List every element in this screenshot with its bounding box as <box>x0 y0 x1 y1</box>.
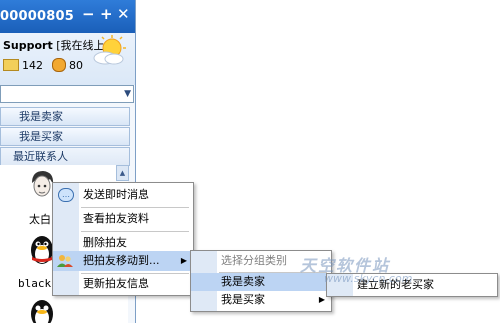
group-buyer[interactable]: 我是买家 <box>0 127 130 146</box>
submenu-item-seller[interactable]: 我是卖家 <box>191 273 331 291</box>
mail-icon[interactable] <box>3 59 19 71</box>
menu-item-label: 我是卖家 <box>221 275 265 288</box>
menu-item-delete-friend[interactable]: 删除拍友 <box>53 233 193 253</box>
minimize-icon[interactable]: − <box>82 5 95 23</box>
menu-separator <box>81 231 189 232</box>
group-label: 最近联系人 <box>13 150 68 163</box>
move-to-submenu: 选择分组类别 我是卖家 我是买家 ▶ <box>190 250 332 312</box>
menu-item-label: 建立新的老买家 <box>357 278 434 291</box>
menu-item-send-message[interactable]: … 发送即时消息 <box>53 185 193 205</box>
menu-separator <box>81 207 189 208</box>
friend-context-menu: … 发送即时消息 查看拍友资料 删除拍友 把拍友移动到... ▶ 更新拍友信息 <box>52 182 194 296</box>
sun-cloud-icon <box>93 35 126 65</box>
menu-item-move-friend[interactable]: 把拍友移动到... ▶ <box>53 251 193 271</box>
avatar[interactable] <box>26 297 58 323</box>
scroll-up-icon[interactable]: ▲ <box>116 165 129 181</box>
menu-item-label: 选择分组类别 <box>221 254 287 267</box>
friend-name[interactable]: 太白 <box>29 211 51 227</box>
submenu-header: 选择分组类别 <box>191 251 331 271</box>
submenu-arrow-icon: ▶ <box>180 256 187 265</box>
group-label: 我是买家 <box>19 130 63 143</box>
window-title: 00000805 <box>0 9 74 24</box>
menu-item-label: 查看拍友资料 <box>83 212 149 225</box>
group-label: 我是卖家 <box>19 110 63 123</box>
coin-icon[interactable] <box>52 58 66 72</box>
group-seller[interactable]: 我是卖家 <box>0 107 130 126</box>
menu-item-label: 我是买家 <box>221 293 265 306</box>
menu-item-view-profile[interactable]: 查看拍友资料 <box>53 209 193 229</box>
stats-row: 142 80 <box>3 58 83 72</box>
chevron-down-icon[interactable]: ▼ <box>124 86 131 102</box>
submenu-item-new-old-buyer[interactable]: 建立新的老买家 <box>327 275 497 295</box>
user-name: Support <box>3 39 53 52</box>
title-bar[interactable]: 00000805 − + ✕ <box>0 0 135 33</box>
close-icon[interactable]: ✕ <box>117 5 130 23</box>
menu-item-label: 更新拍友信息 <box>83 277 149 290</box>
menu-item-label: 发送即时消息 <box>83 188 149 201</box>
group-recent-contacts[interactable]: 最近联系人 <box>0 147 130 166</box>
persons-icon <box>57 255 73 267</box>
mail-count: 142 <box>22 58 43 72</box>
submenu-arrow-icon: ▶ <box>318 295 325 304</box>
profile-panel: Support [我在线上] 142 80 <box>0 33 135 85</box>
menu-item-label: 把拍友移动到... <box>83 254 160 267</box>
menu-item-label: 删除拍友 <box>83 236 127 249</box>
coin-count: 80 <box>69 58 83 72</box>
group-submenu: 建立新的老买家 <box>326 273 498 297</box>
submenu-item-buyer[interactable]: 我是买家 ▶ <box>191 291 331 309</box>
chat-bubble-icon: … <box>58 188 74 202</box>
menu-item-update-friend[interactable]: 更新拍友信息 <box>53 274 193 294</box>
add-icon[interactable]: + <box>100 5 113 23</box>
search-input[interactable]: ▼ <box>0 85 134 103</box>
